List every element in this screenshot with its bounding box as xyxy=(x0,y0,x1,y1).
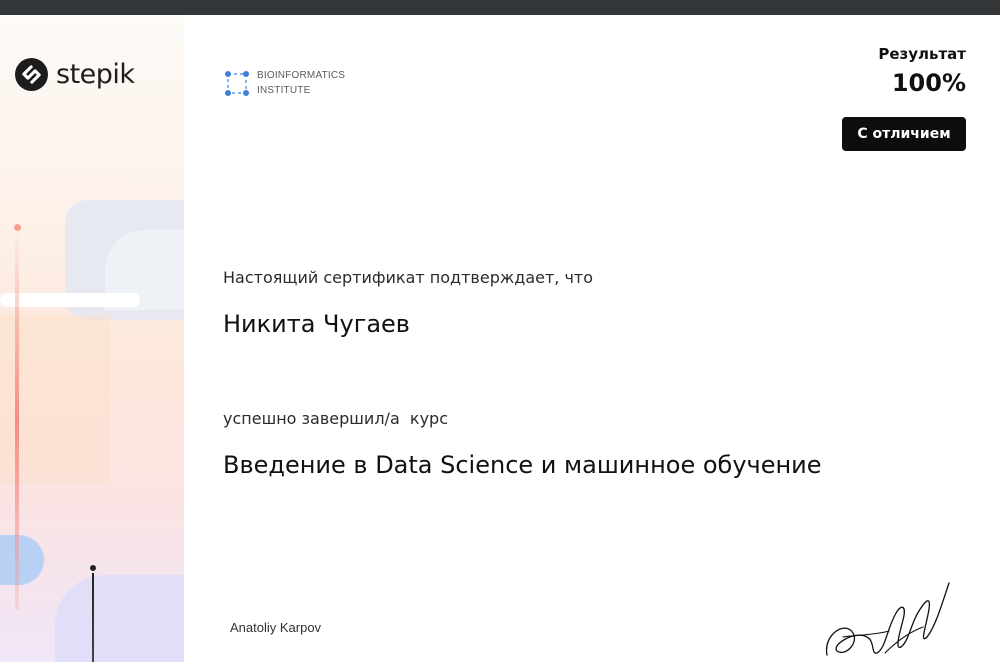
bioinformatics-institute-logo-icon xyxy=(225,70,249,96)
decor-shape xyxy=(0,535,44,585)
result-block: Результат 100% xyxy=(878,45,966,97)
decor-shape xyxy=(55,575,184,662)
distinction-badge: С отличием xyxy=(842,117,966,151)
institute-logo: BIOINFORMATICS INSTITUTE xyxy=(225,68,345,98)
institute-name-line1: BIOINFORMATICS xyxy=(257,70,346,81)
result-label: Результат xyxy=(878,45,966,63)
decor-bar xyxy=(0,293,140,307)
course-title: Введение в Data Science и машинное обуче… xyxy=(223,451,822,479)
signer-name: Anatoliy Karpov xyxy=(230,620,322,635)
result-value: 100% xyxy=(891,69,966,97)
completed-course-text: успешно завершил/а курс xyxy=(223,409,449,428)
stepik-logo: stepik xyxy=(15,58,135,91)
viewer-top-bar xyxy=(0,0,1000,15)
handwritten-signature xyxy=(825,582,950,656)
stepik-logo-icon xyxy=(15,58,48,91)
decor-line xyxy=(92,573,94,662)
decor-dot xyxy=(14,224,21,231)
decorative-side-panel xyxy=(0,15,184,662)
institute-name-line2: INSTITUTE xyxy=(257,85,311,96)
recipient-name: Никита Чугаев xyxy=(223,310,410,338)
decor-line xyxy=(15,230,19,610)
decor-dot xyxy=(90,565,96,571)
stepik-logo-text: stepik xyxy=(56,59,135,90)
certificate-intro-text: Настоящий сертификат подтверждает, что xyxy=(223,268,594,287)
